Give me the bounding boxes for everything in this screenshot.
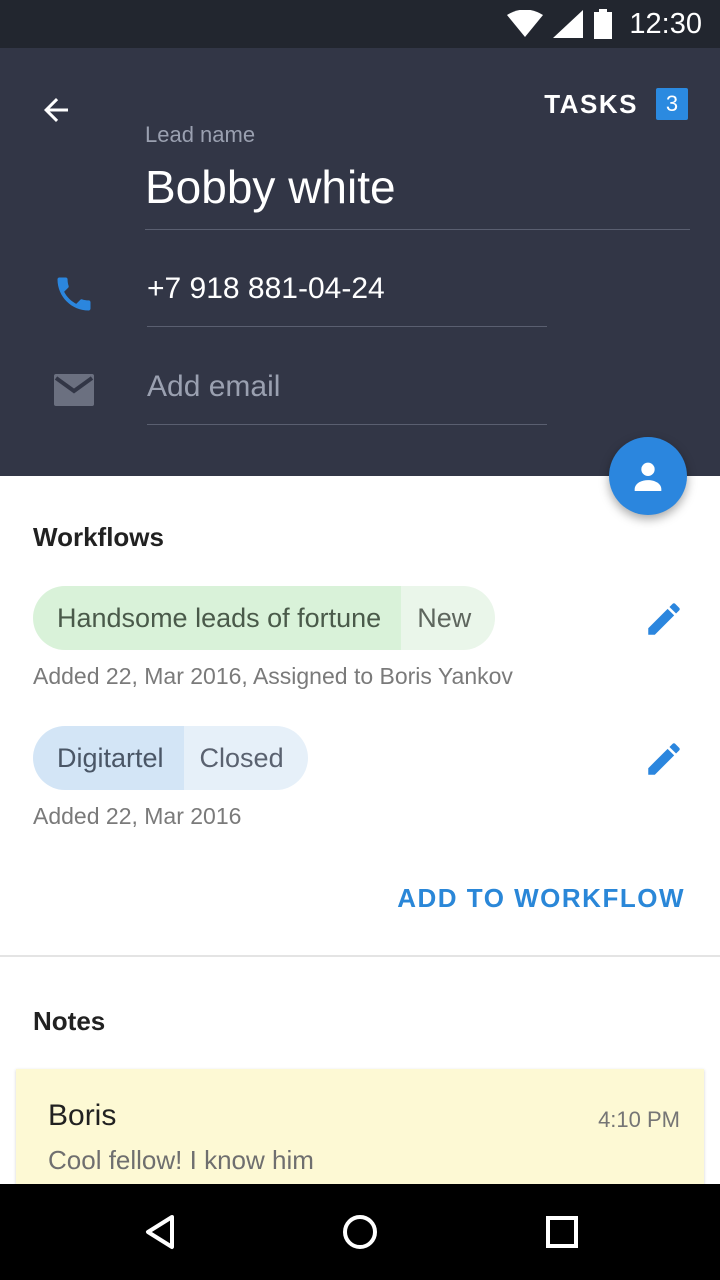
phone-field[interactable]: +7 918 881-04-24 — [147, 272, 385, 306]
nav-home-button[interactable] — [334, 1206, 386, 1258]
email-icon — [54, 374, 94, 406]
status-icons: 12:30 — [507, 8, 702, 40]
workflows-title: Workflows — [33, 522, 164, 552]
workflow-meta: Added 22, Mar 2016 — [33, 803, 242, 829]
phone-icon — [57, 277, 91, 311]
tasks-count-badge: 3 — [656, 88, 688, 120]
status-bar: 12:30 — [0, 0, 720, 48]
person-icon — [634, 462, 662, 491]
workflow-name: Handsome leads of fortune — [33, 586, 402, 650]
wifi-icon — [507, 10, 544, 37]
email-field[interactable]: Add email — [147, 370, 280, 404]
back-button[interactable] — [30, 84, 82, 136]
workflow-status: New — [401, 586, 496, 650]
lead-name-field[interactable]: Bobby white — [145, 160, 396, 214]
workflow-chip[interactable]: Handsome leads of fortune New — [33, 586, 496, 650]
contact-fab-button[interactable] — [609, 437, 687, 515]
workflow-chip[interactable]: Digitartel Closed — [33, 726, 308, 790]
note-author: Boris — [48, 1099, 117, 1132]
nav-recents-button[interactable] — [536, 1206, 588, 1258]
edit-workflow-button[interactable] — [640, 735, 688, 783]
triangle-back-icon — [146, 1215, 174, 1249]
section-divider — [0, 955, 720, 957]
workflow-meta: Added 22, Mar 2016, Assigned to Boris Ya… — [33, 663, 513, 689]
tasks-button[interactable]: TASKS 3 — [544, 88, 688, 120]
circle-home-icon — [343, 1215, 377, 1249]
lead-header: TASKS 3 Lead name Bobby white +7 918 881… — [0, 48, 720, 476]
lead-name-label: Lead name — [145, 122, 256, 147]
status-time: 12:30 — [629, 7, 702, 40]
workflow-status: Closed — [183, 726, 308, 790]
square-recents-icon — [546, 1216, 578, 1248]
nav-back-button[interactable] — [134, 1206, 186, 1258]
workflow-name: Digitartel — [33, 726, 184, 790]
system-nav-bar — [0, 1184, 720, 1280]
battery-icon — [594, 9, 613, 39]
add-to-workflow-button[interactable]: ADD TO WORKFLOW — [397, 883, 685, 914]
arrow-left-icon — [44, 98, 68, 122]
note-time: 4:10 PM — [598, 1107, 680, 1132]
note-card[interactable]: Boris 4:10 PM Cool fellow! I know him — [16, 1069, 704, 1189]
email-underline — [147, 424, 547, 425]
tasks-label: TASKS — [544, 88, 638, 119]
lead-name-underline — [145, 229, 690, 230]
edit-workflow-button[interactable] — [640, 595, 688, 643]
signal-icon — [553, 10, 584, 38]
notes-title: Notes — [33, 1006, 106, 1036]
pencil-icon — [648, 603, 680, 635]
note-text: Cool fellow! I know him — [48, 1145, 314, 1175]
pencil-icon — [648, 743, 680, 775]
phone-underline — [147, 326, 547, 327]
